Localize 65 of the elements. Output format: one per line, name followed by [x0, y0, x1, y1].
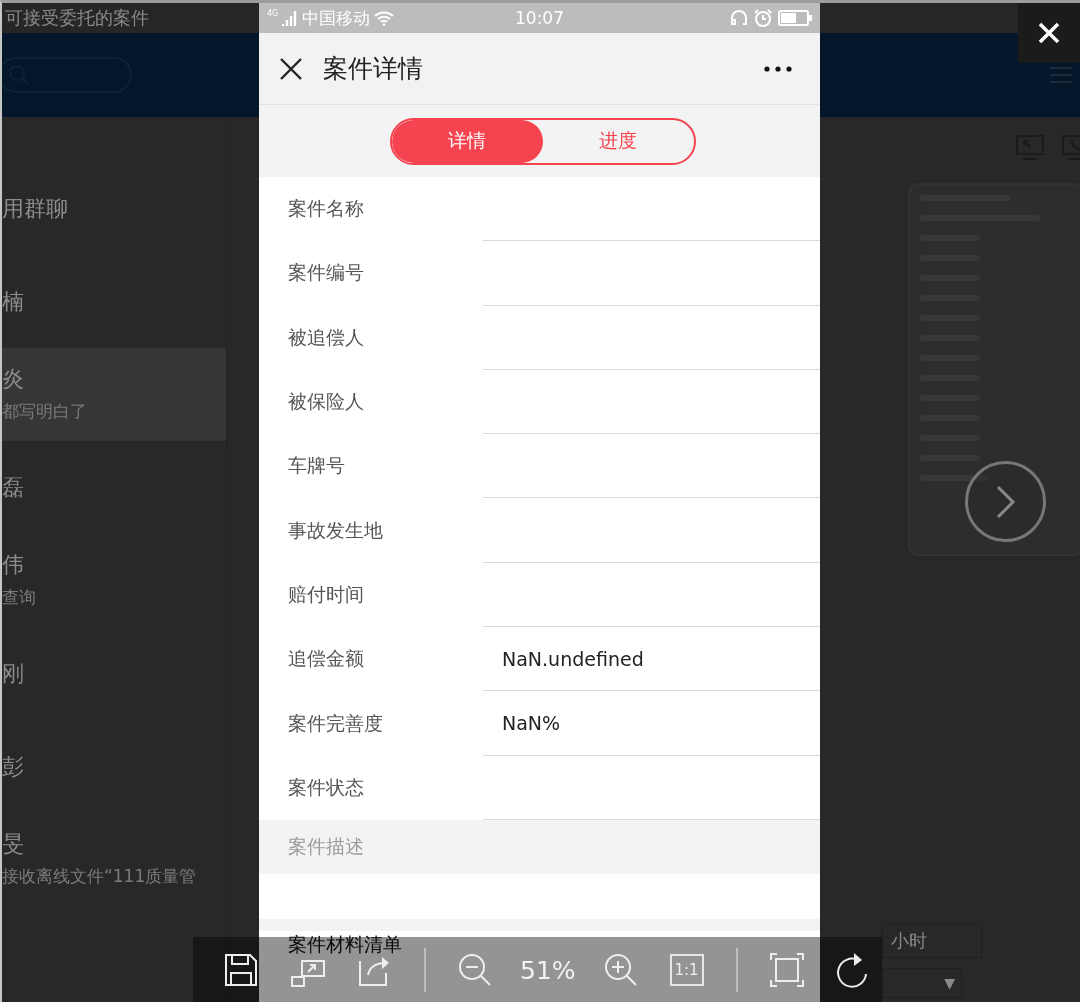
fullscreen-icon — [769, 953, 804, 987]
status-time: 10:07 — [515, 8, 564, 28]
field-label: 案件编号 — [287, 260, 365, 286]
zoom-in-button[interactable] — [603, 953, 638, 987]
section-title: 案件材料清单 — [288, 932, 402, 955]
close-icon[interactable] — [279, 56, 303, 81]
contact-message: 都写明白了 — [2, 399, 88, 423]
field-label: 被保险人 — [287, 389, 365, 415]
more-icon[interactable] — [764, 65, 792, 72]
close-icon — [1038, 22, 1060, 44]
contact-name: 楠 — [2, 287, 25, 316]
zoom-level: 51% — [520, 955, 576, 985]
segment-tab[interactable]: 详情 — [391, 119, 543, 163]
zoom-out-icon — [458, 953, 492, 987]
contact-name: 炎 — [2, 364, 25, 393]
wifi-icon — [374, 10, 395, 26]
field-value-text: NaN% — [502, 712, 561, 734]
rotate-icon — [835, 952, 870, 988]
contact-item[interactable]: 旻 接收离线文件“111质量管 — [2, 813, 226, 906]
page-title: 案件详情 — [323, 53, 424, 85]
contact-name: 旻 — [2, 829, 25, 858]
field-label: 事故发生地 — [287, 517, 384, 543]
contact-name: 用群聊 — [2, 194, 69, 223]
alarm-icon — [754, 9, 772, 27]
zoom-out-button[interactable] — [458, 953, 492, 987]
window-title: 可接受委托的案件 — [5, 6, 149, 30]
field-label: 案件名称 — [287, 196, 365, 222]
save-button[interactable] — [224, 953, 258, 987]
contact-item[interactable]: 磊 — [2, 441, 226, 534]
thumbnail-preview[interactable] — [908, 183, 1080, 556]
contact-item[interactable]: 楠 — [2, 255, 226, 348]
segment-tab[interactable]: 进度 — [542, 119, 694, 163]
contact-item[interactable]: 炎 都写明白了 — [2, 348, 226, 441]
contact-name: 刚 — [2, 659, 25, 688]
search-field[interactable] — [2, 57, 132, 93]
dropdown[interactable]: ▼ — [882, 968, 962, 998]
field-label: 案件完善度 — [287, 710, 384, 736]
fullscreen-button[interactable] — [769, 953, 804, 987]
battery-icon — [778, 10, 812, 26]
field-value-text: NaN.undefined — [502, 647, 644, 670]
headset-icon — [730, 9, 748, 27]
contact-message: 接收离线文件“111质量管 — [2, 864, 198, 888]
actual-size-button[interactable]: 1:1 — [669, 954, 704, 986]
field-label: 案件状态 — [287, 774, 365, 800]
field-label: 被追偿人 — [287, 324, 365, 350]
rotate-button[interactable] — [835, 952, 870, 988]
zoom-in-icon — [603, 953, 638, 987]
contact-name: 彭 — [2, 752, 25, 781]
contact-item[interactable]: 彭 — [2, 720, 226, 813]
signal-icon — [282, 10, 299, 26]
carrier-name: 中国移动 — [302, 6, 371, 30]
contact-item[interactable]: 刚 — [2, 627, 226, 720]
close-button[interactable] — [1018, 3, 1080, 63]
field-label: 车牌号 — [287, 453, 346, 479]
contact-name: 伟 — [2, 550, 25, 579]
contact-item[interactable]: 用群聊 — [2, 162, 226, 255]
contact-name: 磊 — [2, 473, 25, 502]
field-label: 追偿金额 — [287, 646, 365, 672]
contact-message: 查询 — [2, 585, 37, 609]
section-title: 案件描述 — [288, 833, 364, 859]
field-label: 赔付时间 — [287, 581, 365, 607]
contact-item[interactable]: 伟 查询 — [2, 534, 226, 627]
hours-field[interactable]: 小时 — [882, 924, 982, 958]
save-icon — [224, 953, 258, 987]
network-type: 4G — [267, 9, 279, 18]
